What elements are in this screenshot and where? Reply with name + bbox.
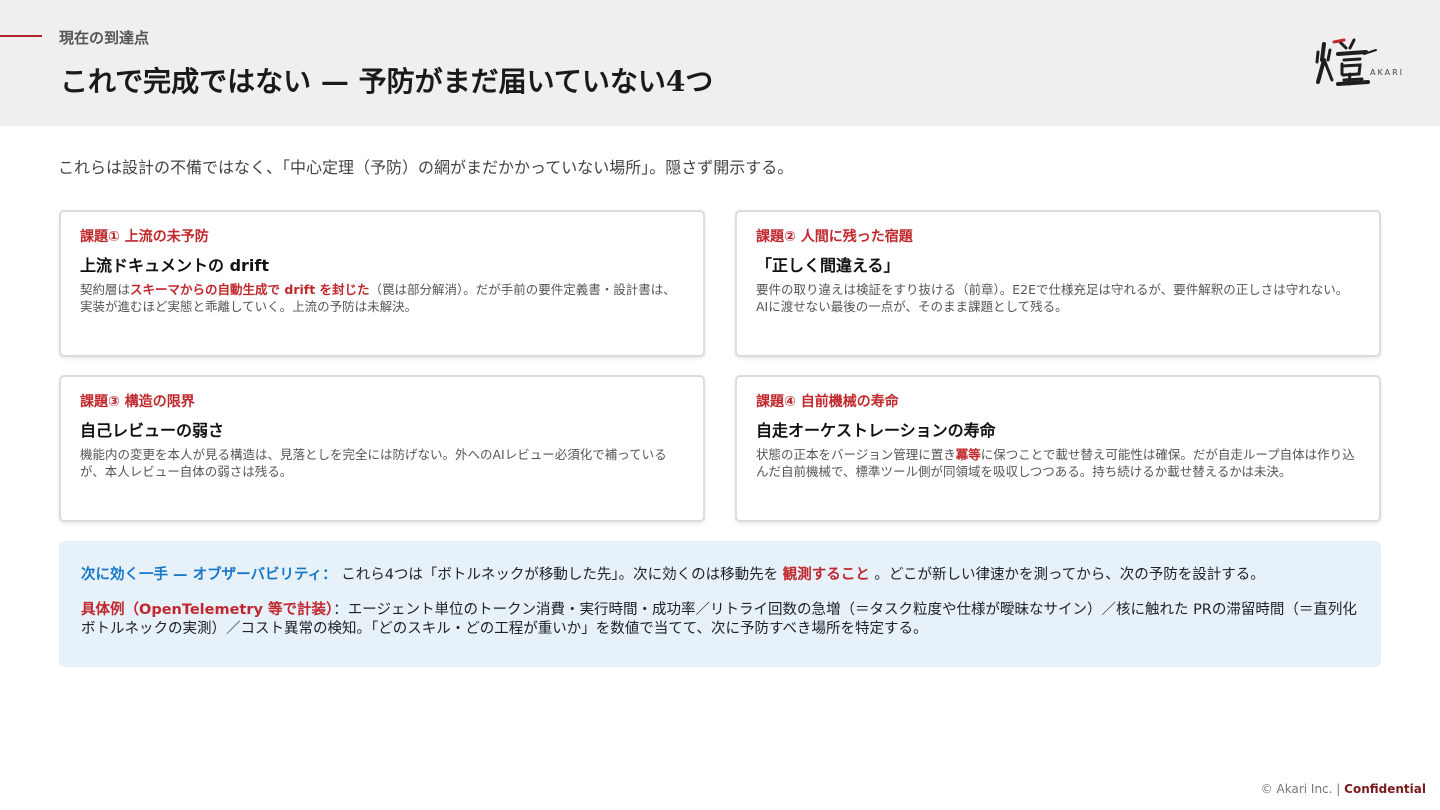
issue-tag: 課題④ 自前機械の寿命 bbox=[756, 394, 899, 410]
issue-body: 要件の取り違えは検証をすり抜ける（前章）。E2Eで仕様充足は守れるが、要件解釈の… bbox=[756, 282, 1349, 314]
callout-summary: 次に効く一手 — オブザーバビリティ： これら4つは「ボトルネックが移動した先」… bbox=[81, 564, 1359, 586]
issue-tag: 課題① 上流の未予防 bbox=[80, 229, 209, 245]
section-label: 現在の到達点 bbox=[59, 29, 150, 47]
company-logo: AKARI bbox=[1314, 34, 1404, 90]
callout-text: 。どこが新しい律速かを測ってから、次の予防を設計する。 bbox=[874, 567, 1265, 583]
issue-card-4: 課題④ 自前機械の寿命 自走オーケストレーションの寿命 状態の正本をバージョン管… bbox=[735, 375, 1381, 522]
callout-text: これら4つは「ボトルネックが移動した先」。次に効くのは移動先を bbox=[341, 567, 779, 583]
issue-tag: 課題③ 構造の限界 bbox=[80, 394, 195, 410]
issue-body: 状態の正本をバージョン管理に置き冪等に保つことで載せ替え可能性は確保。だが自走ル… bbox=[756, 446, 1360, 480]
logo-wordmark: AKARI bbox=[1370, 68, 1404, 77]
issue-card-2: 課題② 人間に残った宿題 「正しく間違える」 要件の取り違えは検証をすり抜ける（… bbox=[735, 210, 1381, 357]
issue-heading: 上流ドキュメントの drift bbox=[80, 256, 270, 275]
issue-card-3: 課題③ 構造の限界 自己レビューの弱さ 機能内の変更を本人が見る構造は、見落とし… bbox=[59, 375, 705, 522]
issue-card-1: 課題① 上流の未予防 上流ドキュメントの drift 契約層はスキーマからの自動… bbox=[59, 210, 705, 357]
footer: © Akari Inc. | Confidential bbox=[1261, 782, 1426, 796]
issue-highlight: スキーマからの自動生成で drift を封じた bbox=[130, 282, 370, 297]
issue-body-text: 状態の正本をバージョン管理に置き bbox=[756, 447, 956, 462]
next-step-callout: 次に効く一手 — オブザーバビリティ： これら4つは「ボトルネックが移動した先」… bbox=[59, 541, 1381, 667]
issue-heading: 自走オーケストレーションの寿命 bbox=[756, 421, 996, 440]
example-label: 具体例（OpenTelemetry 等で計装） bbox=[81, 602, 334, 618]
copyright-text: © Akari Inc. | bbox=[1260, 782, 1341, 796]
issue-tag: 課題② 人間に残った宿題 bbox=[756, 229, 913, 245]
callout-example: 具体例（OpenTelemetry 等で計装）：エージェント単位のトークン消費・… bbox=[81, 601, 1359, 639]
header-accent-rule bbox=[0, 35, 42, 37]
slide-header: 現在の到達点 これで完成ではない — 予防がまだ届いていない4つ AKARI bbox=[0, 0, 1440, 126]
lantern-logo-icon bbox=[1315, 38, 1377, 86]
issue-heading: 「正しく間違える」 bbox=[756, 256, 900, 275]
lead-text: これらは設計の不備ではなく、「中心定理（予防）の網がまだかかっていない場所」。隠… bbox=[58, 158, 794, 177]
issue-body: 機能内の変更を本人が見る構造は、見落としを完全には防げない。外へのAIレビュー必… bbox=[80, 447, 667, 479]
slide-title: これで完成ではない — 予防がまだ届いていない4つ bbox=[60, 65, 714, 98]
issue-body-text: 契約層は bbox=[80, 282, 131, 297]
confidential-label: Confidential bbox=[1344, 782, 1426, 796]
issue-body: 契約層はスキーマからの自動生成で drift を封じた（罠は部分解消）。だが手前… bbox=[80, 281, 684, 315]
callout-highlight: 観測すること bbox=[782, 567, 870, 583]
issue-highlight: 冪等 bbox=[955, 447, 981, 462]
issue-heading: 自己レビューの弱さ bbox=[80, 421, 225, 440]
callout-label: 次に効く一手 — オブザーバビリティ： bbox=[81, 567, 337, 583]
